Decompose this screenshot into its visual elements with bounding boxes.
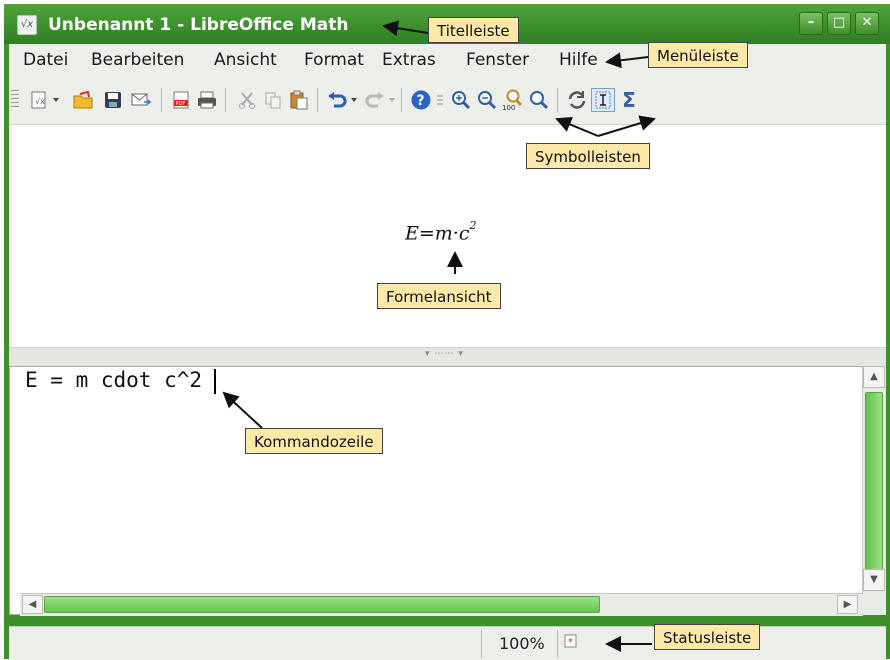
splitter-grip: ▾ ⋯⋯ ▾ [425,349,464,359]
scroll-down-icon[interactable]: ▼ [863,569,885,591]
view-splitter[interactable]: ▾ ⋯⋯ ▾ [9,347,886,367]
maximize-icon: □ [832,15,846,30]
undo-icon[interactable] [325,88,349,112]
minimize-button[interactable]: – [799,12,823,35]
close-button[interactable]: ✕ [855,12,879,35]
scroll-up-icon[interactable]: ▲ [863,366,885,388]
menu-format[interactable]: Format [304,50,364,70]
menu-bar: Datei Bearbeiten Ansicht Format Extras F… [9,44,886,76]
callout-formelansicht: Formelansicht [377,283,501,309]
zoom-100-icon[interactable]: 100 [501,88,525,112]
menu-bearbeiten[interactable]: Bearbeiten [91,50,184,70]
sum-icon[interactable]: Σ [617,88,641,112]
window-title: Unbenannt 1 - LibreOffice Math [48,15,349,35]
show-all-icon[interactable] [527,88,551,112]
copy-icon[interactable] [261,88,285,112]
formula-base: E=m·c [405,222,470,245]
menu-fenster[interactable]: Fenster [466,50,529,70]
scroll-right-icon[interactable]: ▶ [837,595,858,614]
redo-icon[interactable] [363,88,387,112]
command-line-text[interactable]: E = m cdot c^2 [25,368,202,392]
callout-symbolleisten: Symbolleisten [526,143,650,169]
update-icon[interactable] [565,88,589,112]
horizontal-scroll-thumb[interactable] [44,596,600,613]
svg-text:*: * [568,637,573,648]
formula-cursor-icon[interactable] [591,88,615,112]
svg-text:PDF: PDF [176,101,186,107]
callout-kommandozeile: Kommandozeile [245,428,383,454]
email-icon[interactable] [129,88,153,112]
redo-dropdown-icon[interactable] [387,88,397,112]
vertical-scrollbar[interactable]: ▲ ▼ [862,366,886,615]
text-cursor [214,369,216,394]
cut-icon[interactable] [235,88,259,112]
callout-titelleiste: Titelleiste [428,17,519,43]
menu-extras[interactable]: Extras [382,50,436,70]
horizontal-scrollbar[interactable]: ◀ ▶ [20,593,863,616]
export-pdf-icon[interactable]: PDF [169,88,193,112]
svg-text:100: 100 [502,104,515,112]
open-icon[interactable] [71,88,95,112]
menu-hilfe[interactable]: Hilfe [559,50,598,70]
menu-ansicht[interactable]: Ansicht [214,50,277,70]
svg-text:√x: √x [35,97,45,106]
toolbar-grip-2 [435,88,445,112]
paste-icon[interactable] [287,88,311,112]
close-icon: ✕ [861,15,873,30]
maximize-button[interactable]: □ [827,12,851,35]
print-icon[interactable] [195,88,219,112]
callout-menueleiste: Menüleiste [648,42,748,68]
save-icon[interactable] [101,88,125,112]
vertical-scroll-thumb[interactable] [865,392,883,588]
minimize-icon: – [807,15,815,30]
toolbar-grip[interactable] [11,90,19,110]
menu-datei[interactable]: Datei [23,50,68,70]
undo-dropdown-icon[interactable] [349,88,359,112]
command-line-area[interactable] [9,366,886,615]
new-icon[interactable]: √x [27,88,51,112]
rendered-formula: E=m·c2 [405,219,477,245]
math-app-icon: √x [17,15,37,35]
toolbar: √x PDF ? 100 Σ [9,76,886,125]
zoom-in-icon[interactable] [449,88,473,112]
help-icon[interactable]: ? [409,88,433,112]
formula-exponent: 2 [469,219,477,232]
document-modified-icon: * [557,630,578,658]
svg-text:?: ? [417,93,425,109]
scroll-left-icon[interactable]: ◀ [22,595,43,614]
zoom-out-icon[interactable] [475,88,499,112]
callout-statusleiste: Statusleiste [654,624,761,650]
status-zoom[interactable]: 100% [481,630,545,658]
new-dropdown-icon[interactable] [51,88,61,112]
